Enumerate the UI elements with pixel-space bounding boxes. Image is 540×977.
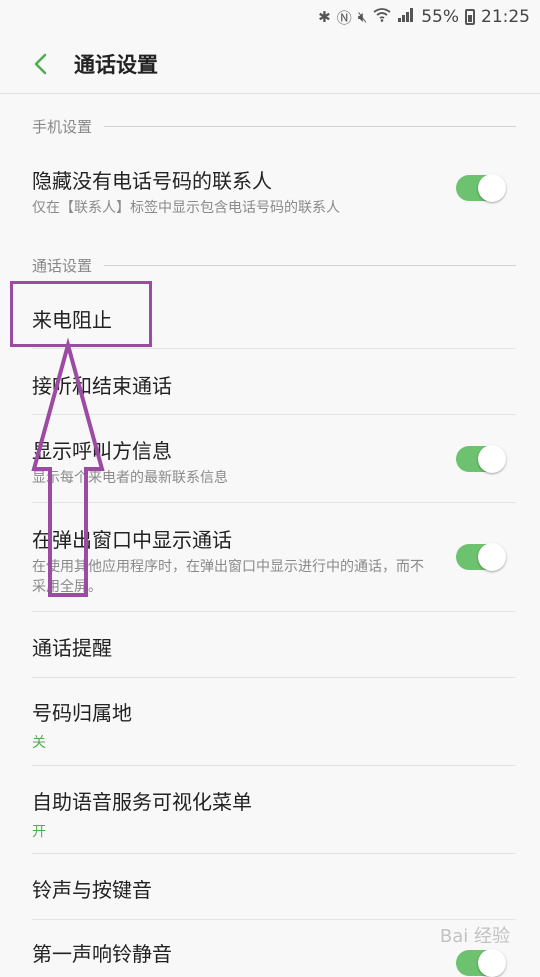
section-phone-settings: 手机设置 bbox=[32, 116, 516, 137]
battery-percent: 55% bbox=[421, 7, 459, 27]
setting-title: 铃声与按键音 bbox=[32, 878, 152, 902]
divider bbox=[32, 919, 516, 920]
annotation-highlight-box bbox=[10, 281, 152, 347]
bluetooth-icon: ✱ bbox=[318, 8, 331, 26]
signal-icon bbox=[397, 7, 415, 27]
battery-icon bbox=[465, 9, 475, 25]
setting-title: 显示呼叫方信息 bbox=[32, 439, 172, 463]
setting-title: 接听和结束通话 bbox=[32, 374, 172, 398]
mute-first-ring-toggle[interactable] bbox=[456, 949, 506, 977]
mute-icon: 🔇︎ bbox=[357, 8, 368, 26]
hide-contacts-toggle[interactable] bbox=[456, 174, 506, 202]
setting-title: 在弹出窗口中显示通话 bbox=[32, 528, 232, 552]
divider bbox=[32, 502, 516, 503]
wifi-icon bbox=[373, 8, 391, 26]
setting-subtitle: 仅在【联系人】标签中显示包含电话号码的联系人 bbox=[32, 200, 340, 216]
status-bar: ✱ Ⓝ 🔇︎ 55% 21:25 bbox=[0, 0, 540, 34]
divider bbox=[32, 611, 516, 612]
setting-call-alert[interactable]: 通话提醒 bbox=[0, 632, 540, 661]
setting-title: 隐藏没有电话号码的联系人 bbox=[32, 169, 272, 193]
setting-subtitle: 在使用其他应用程序时，在弹出窗口中显示进行中的通话，而不采用全屏。 bbox=[32, 559, 424, 595]
divider bbox=[32, 414, 516, 415]
caller-info-toggle[interactable] bbox=[456, 445, 506, 473]
divider bbox=[32, 348, 516, 349]
section-divider bbox=[104, 265, 516, 266]
setting-subtitle: 显示每个来电者的最新联系信息 bbox=[32, 470, 228, 486]
app-header: 通话设置 bbox=[0, 34, 540, 94]
page-title: 通话设置 bbox=[74, 52, 158, 77]
watermark: Bai 经验 bbox=[439, 926, 510, 947]
divider bbox=[32, 765, 516, 766]
toggle-knob bbox=[478, 543, 506, 571]
clock: 21:25 bbox=[481, 7, 530, 27]
nfc-icon: Ⓝ bbox=[336, 8, 352, 27]
setting-title: 自助语音服务可视化菜单 bbox=[32, 790, 252, 814]
setting-voice-menu[interactable]: 自助语音服务可视化菜单 开 bbox=[0, 786, 540, 841]
toggle-knob bbox=[478, 949, 506, 977]
section-label: 手机设置 bbox=[32, 118, 93, 136]
section-call-settings: 通话设置 bbox=[32, 255, 516, 276]
popup-call-toggle[interactable] bbox=[456, 543, 506, 571]
back-arrow-icon[interactable] bbox=[20, 44, 60, 84]
setting-value: 关 bbox=[32, 735, 46, 751]
setting-value: 开 bbox=[32, 824, 46, 840]
section-label: 通话设置 bbox=[32, 257, 93, 275]
toggle-knob bbox=[478, 445, 506, 473]
toggle-knob bbox=[478, 174, 506, 202]
setting-number-location[interactable]: 号码归属地 关 bbox=[0, 697, 540, 752]
setting-title: 号码归属地 bbox=[32, 701, 132, 725]
divider bbox=[32, 853, 516, 854]
section-divider bbox=[104, 126, 516, 127]
setting-answer-end[interactable]: 接听和结束通话 bbox=[0, 370, 540, 399]
setting-ringtone[interactable]: 铃声与按键音 bbox=[0, 874, 540, 903]
setting-title: 通话提醒 bbox=[32, 636, 112, 660]
divider bbox=[32, 677, 516, 678]
